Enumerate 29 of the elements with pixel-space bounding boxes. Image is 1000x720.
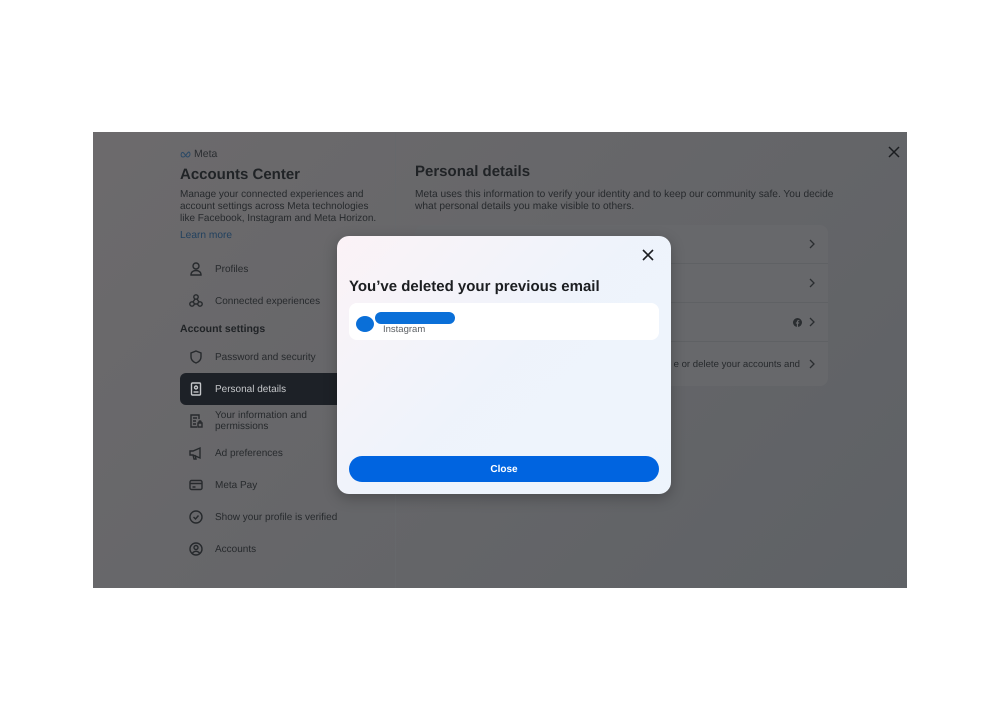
badge-icon	[188, 509, 204, 525]
sidebar-item[interactable]: Show your profile is verified	[180, 501, 395, 533]
learn-more-link[interactable]: Learn more	[180, 230, 232, 241]
card-icon	[188, 477, 204, 493]
sidebar-title: Accounts Center	[180, 166, 302, 183]
nodes-icon	[188, 293, 204, 309]
dialog-title: You’ve deleted your previous email	[349, 278, 601, 295]
facebook-icon	[793, 318, 802, 326]
logo-icon	[180, 150, 192, 158]
shield-icon	[188, 349, 204, 365]
page-title: Personal details	[415, 163, 532, 180]
sidebar-description: Manage your connected experiences and account settings across Meta technologies like Facebook, Instagram and Meta Horizon.	[180, 189, 378, 225]
sidebar-item[interactable]: Accounts	[180, 533, 395, 565]
personcircle-icon	[188, 541, 204, 557]
idcard-icon	[188, 381, 204, 397]
chevron-icon	[808, 359, 816, 369]
sidebar-item[interactable]: Your information and permissions	[180, 405, 395, 437]
chevron-icon	[808, 317, 816, 327]
doclock-icon	[188, 413, 204, 429]
person-icon	[188, 261, 204, 277]
page-description: Meta uses this information to verify your identity and to keep our community safe. You decide what personal details you make visible to others.	[415, 189, 834, 213]
chevron-icon	[808, 278, 816, 288]
sidebar-item[interactable]: Password and security	[180, 341, 395, 373]
close-icon[interactable]	[641, 248, 655, 262]
chevron-icon	[808, 239, 816, 249]
close-button[interactable]: Close	[349, 456, 659, 482]
brand-name: Meta	[194, 148, 218, 160]
platform-name: Instagram	[383, 324, 426, 335]
row-text[interactable]: e or delete your accounts and	[674, 358, 800, 370]
